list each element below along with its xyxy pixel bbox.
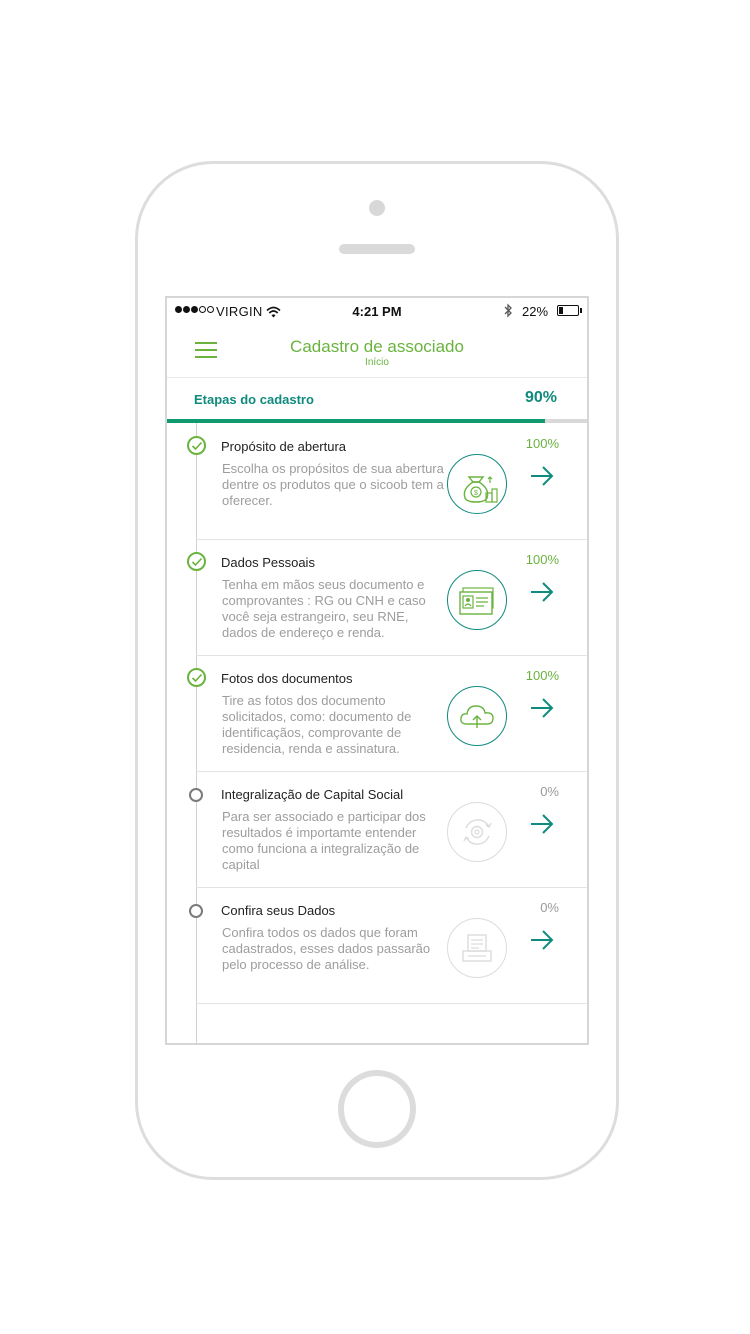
battery-percentage: 22%: [522, 304, 549, 319]
arrow-right-icon[interactable]: [529, 580, 555, 604]
check-circle-icon: [187, 552, 206, 571]
phone-speaker: [339, 244, 415, 254]
step-title: Propósito de abertura: [221, 439, 347, 454]
app-header: Cadastro de associado Início: [167, 326, 587, 378]
step-item-confira-dados[interactable]: Confira seus Dados Confira todos os dado…: [167, 888, 587, 1004]
step-description: Tenha em mãos seus documento e comprovan…: [222, 577, 426, 640]
document-printer-icon: [447, 918, 507, 978]
empty-circle-icon: [189, 904, 203, 918]
svg-text:$: $: [474, 490, 478, 497]
status-bar: VIRGIN 4:21 PM 22%: [167, 298, 587, 326]
progress-fill: [167, 419, 545, 423]
progress-track: [167, 419, 587, 423]
step-description: Tire as fotos dos documento solicitados,…: [222, 693, 412, 756]
progress-value: 90%: [524, 389, 557, 406]
progress-label: Etapas do cadastro: [194, 392, 314, 407]
arrow-right-icon[interactable]: [529, 464, 555, 488]
step-title: Fotos dos documentos: [221, 671, 353, 686]
money-bag-coins-icon: $: [447, 454, 507, 514]
step-percentage: 100%: [525, 552, 559, 567]
check-circle-icon: [187, 668, 206, 687]
cloud-upload-icon: [447, 686, 507, 746]
step-percentage: 0%: [540, 900, 559, 915]
step-item-dados-pessoais[interactable]: Dados Pessoais Tenha em mãos seus docume…: [167, 540, 587, 656]
step-title: Dados Pessoais: [221, 555, 315, 570]
step-percentage: 100%: [525, 436, 559, 451]
step-item-proposito[interactable]: Propósito de abertura Escolha os propósi…: [167, 424, 587, 540]
step-description: Confira todos os dados que foram cadastr…: [222, 925, 431, 972]
app-screen: VIRGIN 4:21 PM 22% Cadastro de associado…: [165, 296, 589, 1045]
arrow-right-icon[interactable]: [529, 696, 555, 720]
empty-circle-icon: [189, 788, 203, 802]
phone-camera: [369, 200, 385, 216]
step-percentage: 100%: [525, 668, 559, 683]
arrow-right-icon[interactable]: [529, 928, 555, 952]
check-circle-icon: [187, 436, 206, 455]
battery-tip: [580, 308, 582, 313]
arrow-right-icon[interactable]: [529, 812, 555, 836]
step-divider: [196, 1003, 587, 1004]
registration-progress: Etapas do cadastro 90%: [167, 379, 587, 423]
refresh-gear-icon: [447, 802, 507, 862]
page-subtitle: Início: [365, 357, 389, 368]
step-title: Confira seus Dados: [221, 903, 336, 918]
step-description: Para ser associado e participar dos resu…: [222, 809, 426, 872]
page-title: Cadastro de associado: [290, 337, 464, 356]
battery-level: [559, 307, 563, 314]
battery-icon: [557, 305, 579, 316]
id-card-icon: [447, 570, 507, 630]
phone-home-button[interactable]: [338, 1070, 416, 1148]
step-description: Escolha os propósitos de sua abertura de…: [222, 461, 444, 508]
bluetooth-icon: [503, 303, 513, 321]
step-item-integralizacao[interactable]: Integralização de Capital Social Para se…: [167, 772, 587, 888]
step-title: Integralização de Capital Social: [221, 787, 404, 802]
step-item-fotos-documentos[interactable]: Fotos dos documentos Tire as fotos dos d…: [167, 656, 587, 772]
step-percentage: 0%: [540, 784, 559, 799]
